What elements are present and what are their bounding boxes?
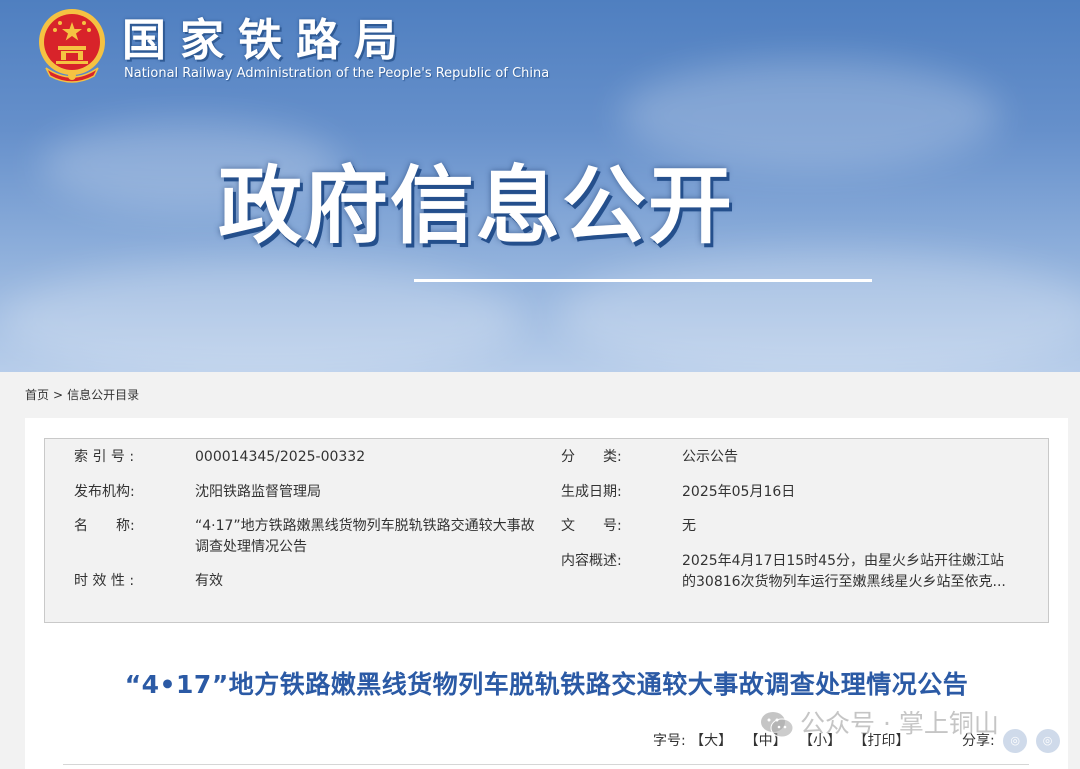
- watermark-text: 公众号 · 掌上铜山: [800, 709, 999, 738]
- doc-name-label: 名 称:: [74, 518, 135, 534]
- font-large-button[interactable]: 【大】: [690, 730, 732, 750]
- agency-name-en: National Railway Administration of the P…: [124, 66, 550, 81]
- doc-number-value: 无: [682, 518, 696, 534]
- category-value: 公示公告: [682, 449, 738, 465]
- share-wechat-icon[interactable]: ◎: [1035, 729, 1060, 753]
- cloud-decoration: [0, 260, 520, 372]
- national-emblem-icon: [39, 9, 105, 83]
- summary-label: 内容概述:: [561, 553, 622, 569]
- share-weibo-icon[interactable]: ◎: [1003, 729, 1028, 753]
- watermark: 公众号 · 掌上铜山: [760, 706, 999, 742]
- breadcrumb-separator: >: [53, 388, 64, 402]
- divider: [63, 764, 1029, 765]
- agency-name-cn: 国家铁路局: [122, 15, 412, 66]
- validity-label: 时 效 性 :: [74, 573, 135, 589]
- hero-underline: [414, 279, 872, 282]
- index-number-value: 000014345/2025-00332: [195, 449, 366, 465]
- document-meta-table: 索 引 号 : 000014345/2025-00332 分 类: 公示公告 发…: [44, 438, 1049, 623]
- header-banner: 国家铁路局 National Railway Administration of…: [0, 0, 1080, 372]
- index-number-label: 索 引 号 :: [74, 449, 135, 465]
- hero-title: 政府信息公开: [218, 157, 735, 255]
- doc-name-value: “4·17”地方铁路嫩黑线货物列车脱轨铁路交通较大事故调查处理情况公告: [195, 518, 535, 555]
- font-size-label: 字号:: [653, 733, 686, 749]
- wechat-icon: [761, 712, 794, 738]
- cloud-decoration: [620, 60, 1000, 170]
- doc-number-label: 文 号:: [561, 518, 622, 534]
- cloud-decoration: [560, 250, 1080, 372]
- generated-date-value: 2025年05月16日: [682, 484, 796, 500]
- publisher-value: 沈阳铁路监督管理局: [195, 484, 321, 500]
- document-title: “4•17”地方铁路嫩黑线货物列车脱轨铁路交通较大事故调查处理情况公告: [124, 670, 969, 699]
- breadcrumb-current-link[interactable]: 信息公开目录: [67, 386, 139, 403]
- breadcrumb: 首页 > 信息公开目录: [25, 386, 139, 403]
- validity-value: 有效: [195, 573, 223, 589]
- breadcrumb-home-link[interactable]: 首页: [25, 386, 49, 403]
- category-label: 分 类:: [561, 449, 622, 465]
- generated-date-label: 生成日期:: [561, 484, 622, 500]
- publisher-label: 发布机构:: [74, 484, 135, 500]
- summary-value: 2025年4月17日15时45分，由星火乡站开往嫩江站的30816次货物列车运行…: [682, 553, 1006, 590]
